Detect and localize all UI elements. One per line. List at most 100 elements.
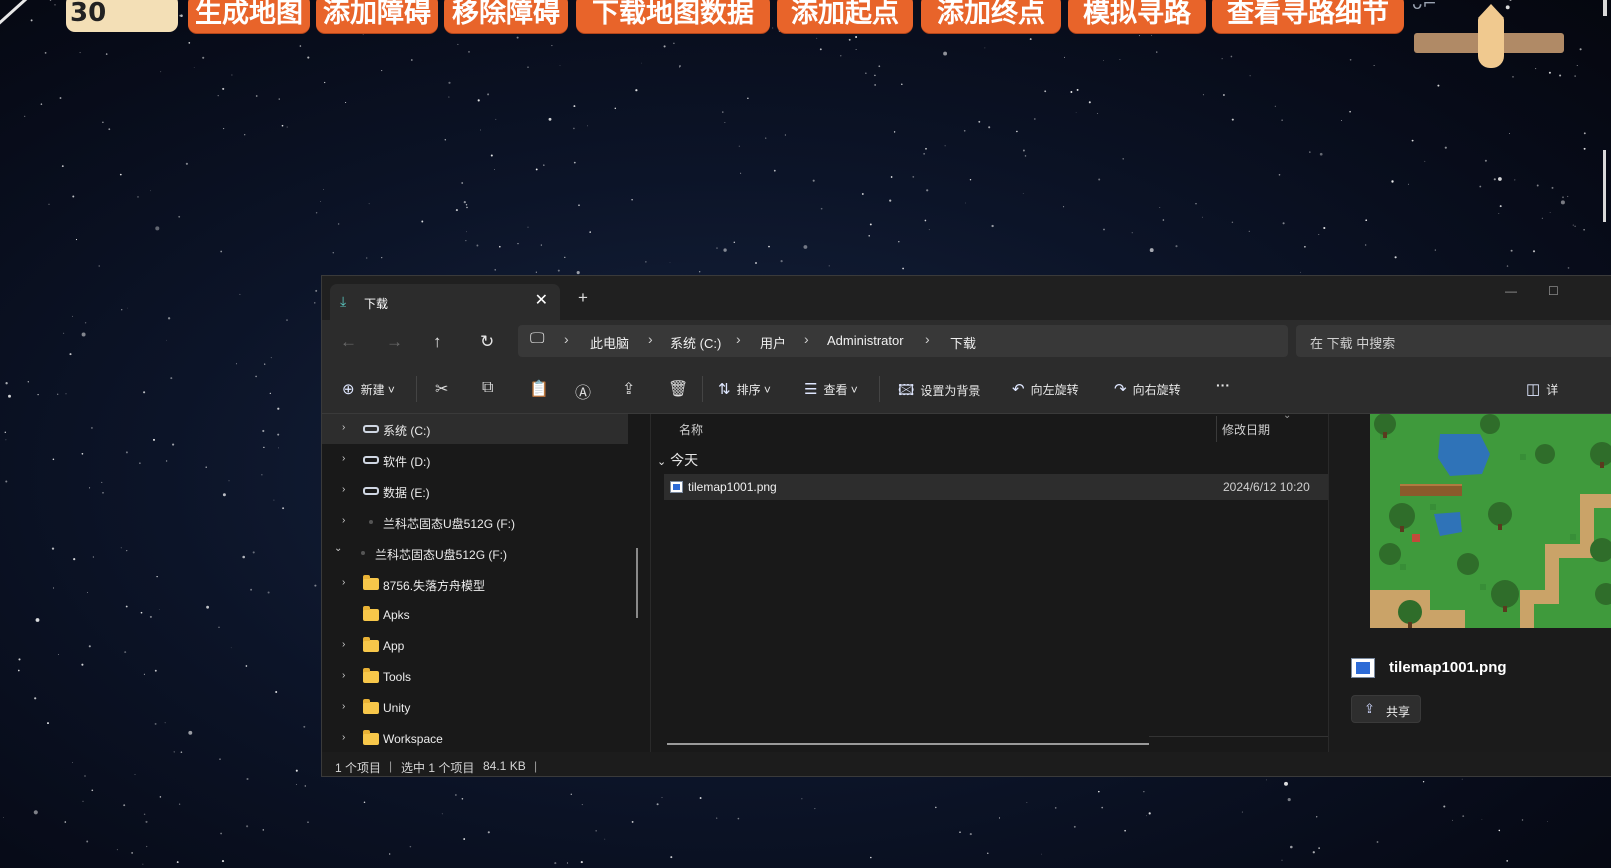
tree-item-label: Unity: [383, 701, 411, 715]
item-count: 1 个项目: [335, 761, 382, 775]
sort-button[interactable]: ⇅ 排序 ˅: [718, 380, 771, 398]
close-tab-icon[interactable]: ✕: [535, 290, 548, 310]
file-name: tilemap1001.png: [688, 480, 777, 494]
breadcrumb-users[interactable]: 用户: [760, 333, 786, 352]
rotate-right-button[interactable]: ↷ 向右旋转: [1114, 380, 1181, 398]
chevron-down-icon[interactable]: ⌄: [334, 543, 342, 554]
paste-icon[interactable]: 📋: [529, 379, 549, 399]
tree-item[interactable]: › App: [322, 631, 628, 661]
divider: [416, 376, 417, 402]
drive-icon: [363, 456, 379, 464]
back-arrow-icon[interactable]: ←: [340, 332, 357, 352]
tree-item[interactable]: › Workspace: [322, 724, 628, 754]
folder-icon: [363, 606, 379, 621]
edge-mark: [1603, 0, 1607, 16]
tree-item[interactable]: › 软件 (D:): [322, 445, 628, 475]
forward-arrow-icon[interactable]: →: [386, 332, 403, 352]
view-button[interactable]: ☰ 查看 ˅: [804, 380, 858, 398]
tab-downloads[interactable]: ⤓ 下载 ✕: [330, 284, 560, 320]
selected-count: 选中 1 个项目: [401, 761, 475, 775]
cut-icon[interactable]: ✂: [435, 379, 448, 399]
details-pane-button[interactable]: ◫ 详: [1526, 380, 1558, 398]
breadcrumb-system-c[interactable]: 系统 (C:): [670, 333, 721, 352]
tree-item[interactable]: › Tools: [322, 662, 628, 692]
folder-icon: [363, 637, 379, 652]
generate-map-button[interactable]: 生成地图: [188, 0, 310, 33]
drive-icon: [363, 487, 379, 495]
speed-slider-thumb[interactable]: [1478, 4, 1504, 68]
tree-item[interactable]: › 兰科芯固态U盘512G (F:): [322, 507, 628, 537]
rename-icon[interactable]: Ⓐ: [575, 379, 591, 403]
rotate-left-icon: ↶: [1012, 381, 1025, 398]
computer-icon: 🖵: [530, 330, 545, 347]
details-pane-icon: ◫: [1526, 381, 1541, 398]
folder-icon: [363, 699, 379, 714]
chevron-right-icon: ›: [564, 331, 569, 347]
status-divider: |: [534, 759, 538, 773]
more-options-button[interactable]: ···: [1216, 377, 1230, 393]
share-label: 共享: [1386, 705, 1411, 719]
minimize-button[interactable]: —: [1505, 284, 1517, 298]
chevron-right-icon[interactable]: ›: [342, 639, 345, 650]
horizontal-scrollbar[interactable]: [667, 743, 1149, 745]
tree-item[interactable]: ⌄ 兰科芯固态U盘512G (F:): [322, 538, 628, 568]
add-obstacle-button[interactable]: 添加障碍: [316, 0, 438, 33]
chevron-right-icon[interactable]: ›: [342, 484, 345, 495]
rotate-left-button[interactable]: ↶ 向左旋转: [1012, 380, 1079, 398]
column-divider[interactable]: [1216, 416, 1217, 442]
png-file-icon: [1351, 658, 1375, 678]
new-tab-button[interactable]: +: [578, 288, 588, 308]
tree-item-label: Apks: [383, 608, 410, 622]
tree-item[interactable]: › 8756.失落方舟模型: [322, 569, 628, 599]
download-map-data-button[interactable]: 下载地图数据: [576, 0, 770, 33]
search-box[interactable]: 在 下载 中搜索: [1296, 325, 1611, 357]
folder-icon: [363, 668, 379, 683]
tree-item[interactable]: › Unity: [322, 693, 628, 723]
file-row[interactable]: tilemap1001.png 2024/6/12 10:20: [664, 474, 1328, 500]
chevron-down-icon: ⌄: [657, 456, 667, 468]
column-header-modified[interactable]: 修改日期: [1222, 421, 1270, 438]
status-bar: 1 个项目 | 选中 1 个项目 84.1 KB |: [322, 752, 1611, 776]
divider: [879, 376, 880, 402]
column-header-name[interactable]: 名称: [679, 421, 703, 438]
refresh-icon[interactable]: ↻: [480, 332, 494, 352]
up-arrow-icon[interactable]: ↑: [433, 332, 442, 352]
chevron-right-icon[interactable]: ›: [342, 577, 345, 588]
share-icon[interactable]: ⇪: [622, 379, 635, 399]
folder-icon: [363, 730, 379, 745]
chevron-right-icon[interactable]: ›: [342, 515, 345, 526]
remove-obstacle-button[interactable]: 移除障碍: [444, 0, 568, 33]
chevron-right-icon: ›: [804, 331, 809, 347]
edge-mark: [1603, 150, 1606, 222]
chevron-right-icon: ›: [925, 331, 930, 347]
simulate-pathfinding-button[interactable]: 模拟寻路: [1068, 0, 1206, 33]
chevron-right-icon[interactable]: ›: [342, 701, 345, 712]
breadcrumb-administrator[interactable]: Administrator: [827, 333, 904, 348]
tilemap-preview-image: [1370, 414, 1611, 628]
add-end-button[interactable]: 添加终点: [921, 0, 1061, 33]
breadcrumb-this-pc[interactable]: 此电脑: [590, 333, 629, 352]
view-pathfinding-details-button[interactable]: 查看寻路细节: [1212, 0, 1404, 33]
chevron-right-icon: ›: [736, 331, 741, 347]
group-header-today[interactable]: ⌄ 今天: [657, 450, 698, 470]
address-bar[interactable]: 🖵 › 此电脑 › 系统 (C:) › 用户 › Administrator ›…: [518, 325, 1288, 357]
chevron-right-icon[interactable]: ›: [342, 453, 345, 464]
chevron-right-icon[interactable]: ›: [342, 422, 345, 433]
tree-item[interactable]: › 数据 (E:): [322, 476, 628, 506]
maximize-button[interactable]: ☐: [1548, 284, 1559, 298]
copy-icon[interactable]: ⧉: [482, 379, 493, 397]
delete-icon[interactable]: 🗑: [668, 379, 688, 399]
new-button[interactable]: ⊕ 新建 ˅: [342, 380, 395, 398]
share-button[interactable]: ⇪ 共享: [1351, 695, 1421, 723]
tree-item[interactable]: › 系统 (C:): [322, 414, 628, 444]
tree-item-label: App: [383, 639, 405, 653]
breadcrumb-downloads[interactable]: 下载: [950, 333, 976, 352]
chevron-right-icon[interactable]: ›: [342, 732, 345, 743]
png-file-icon: [670, 481, 683, 493]
chevron-right-icon[interactable]: ›: [342, 670, 345, 681]
set-background-button[interactable]: 🖾 设置为背景: [898, 380, 980, 405]
share-icon: ⇪: [1364, 701, 1375, 716]
add-start-button[interactable]: 添加起点: [777, 0, 913, 33]
tree-scrollbar[interactable]: [636, 548, 638, 618]
tree-item[interactable]: Apks: [322, 600, 628, 630]
